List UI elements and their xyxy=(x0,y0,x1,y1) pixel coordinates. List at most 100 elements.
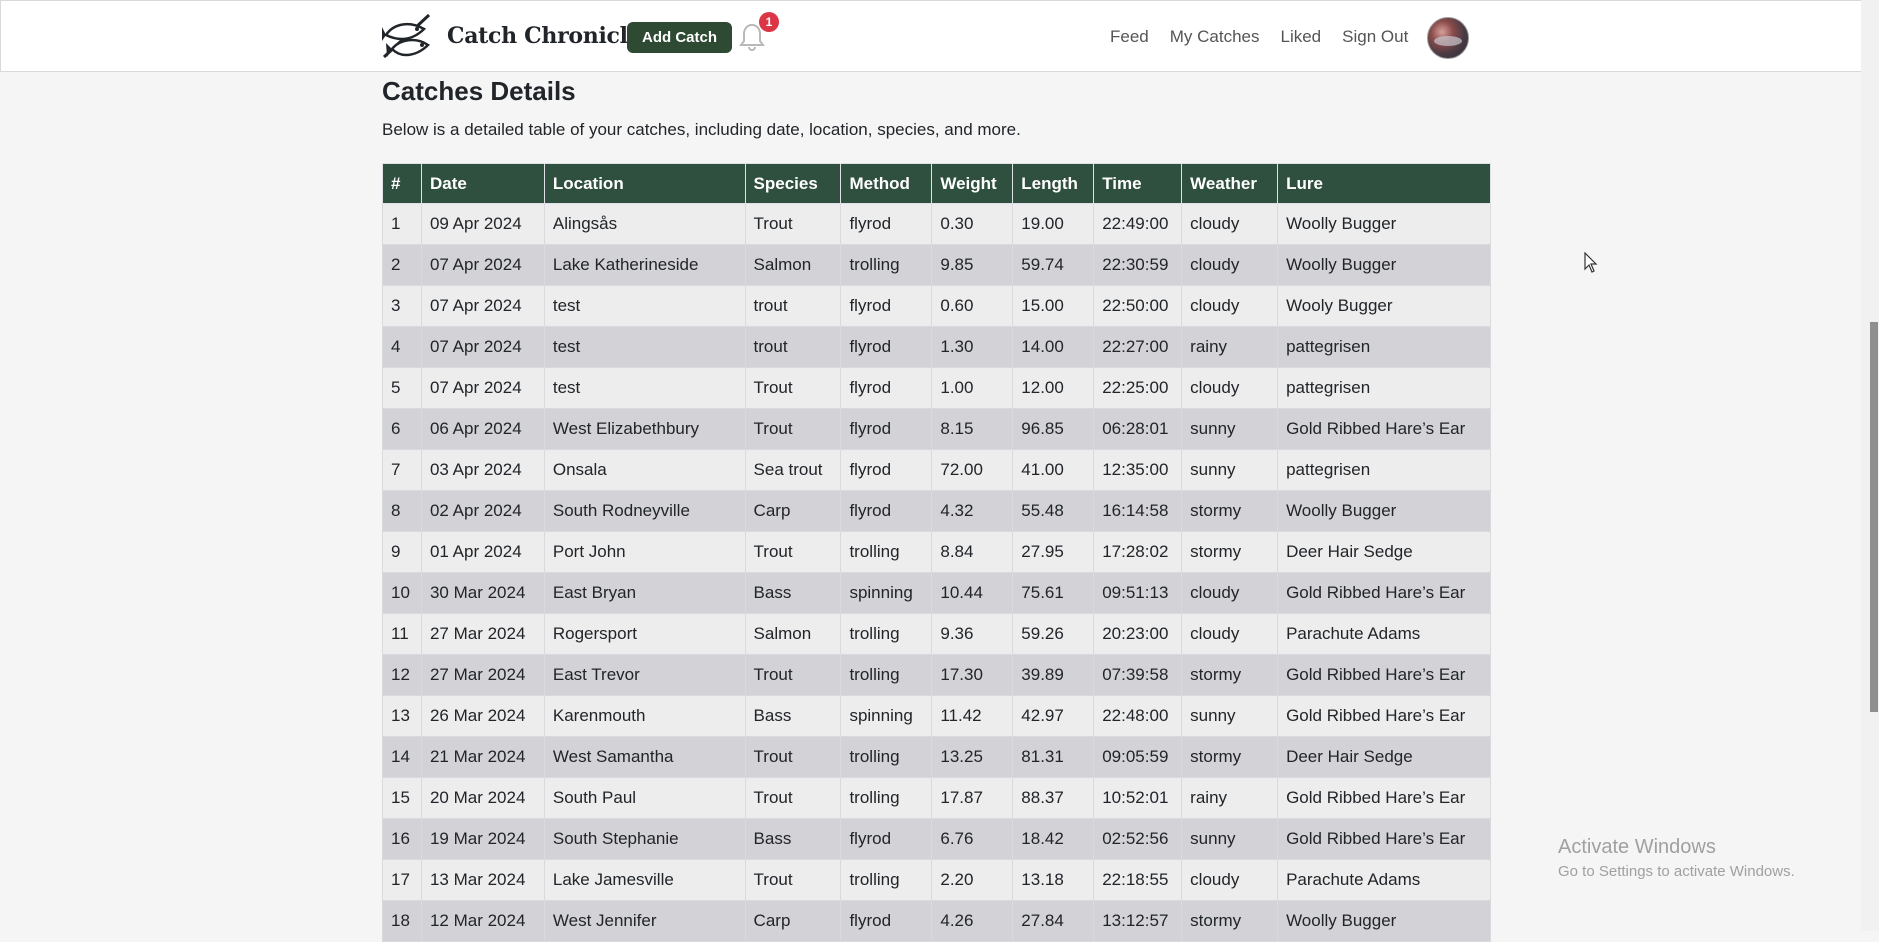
cell-species: Salmon xyxy=(744,613,842,655)
cell-date: 02 Apr 2024 xyxy=(420,490,545,532)
cell-method: flyrod xyxy=(840,326,933,368)
cell-location: South Stephanie xyxy=(543,818,746,860)
cell-weather: sunny xyxy=(1181,408,1279,450)
column-header: Length xyxy=(1012,163,1095,204)
brand-name: Catch Chronicle xyxy=(447,23,642,49)
cell-date: 19 Mar 2024 xyxy=(420,818,545,860)
cell-index: 6 xyxy=(382,408,422,450)
column-header: Time xyxy=(1093,163,1183,204)
cell-location: test xyxy=(543,285,746,327)
cell-time: 02:52:56 xyxy=(1093,818,1183,860)
table-row: 12 27 Mar 2024 East Trevor Trout trolling 17.… xyxy=(382,654,1491,696)
table-row: 6 06 Apr 2024 West Elizabethbury Trout flyro… xyxy=(382,408,1491,450)
cell-date: 09 Apr 2024 xyxy=(420,203,545,245)
cell-time: 16:14:58 xyxy=(1093,490,1183,532)
nav-links: Feed My Catches Liked Sign Out xyxy=(1110,27,1429,47)
cell-weather: rainy xyxy=(1181,777,1279,819)
cell-lure: Gold Ribbed Hare’s Ear xyxy=(1277,818,1491,860)
cell-lure: Parachute Adams xyxy=(1277,859,1491,901)
cell-lure: pattegrisen xyxy=(1277,326,1491,368)
cell-location: East Bryan xyxy=(543,572,746,614)
brand[interactable]: Catch Chronicle xyxy=(382,13,642,59)
nav-feed[interactable]: Feed xyxy=(1110,27,1149,47)
cell-location: South Paul xyxy=(543,777,746,819)
cell-lure: Woolly Bugger xyxy=(1277,490,1491,532)
table-row: 16 19 Mar 2024 South Stephanie Bass flyrod 6.… xyxy=(382,818,1491,860)
cell-species: Bass xyxy=(744,572,842,614)
cell-date: 07 Apr 2024 xyxy=(420,285,545,327)
scrollbar-thumb[interactable] xyxy=(1870,322,1878,712)
cell-date: 27 Mar 2024 xyxy=(420,613,545,655)
cell-species: Trout xyxy=(744,408,842,450)
cell-weight: 17.30 xyxy=(931,654,1014,696)
cell-weather: cloudy xyxy=(1181,285,1279,327)
fish-logo-icon xyxy=(382,13,431,59)
cell-index: 7 xyxy=(382,449,422,491)
cell-weather: cloudy xyxy=(1181,613,1279,655)
table-row: 7 03 Apr 2024 Onsala Sea trout flyrod 72.00 41… xyxy=(382,449,1491,491)
cell-lure: Woolly Bugger xyxy=(1277,203,1491,245)
cell-time: 22:50:00 xyxy=(1093,285,1183,327)
nav-liked[interactable]: Liked xyxy=(1281,27,1322,47)
add-catch-button[interactable]: Add Catch xyxy=(627,22,732,53)
cell-index: 15 xyxy=(382,777,422,819)
cell-date: 07 Apr 2024 xyxy=(420,367,545,409)
cell-lure: pattegrisen xyxy=(1277,367,1491,409)
cell-weight: 17.87 xyxy=(931,777,1014,819)
cell-method: flyrod xyxy=(840,367,933,409)
table-row: 8 02 Apr 2024 South Rodneyville Carp flyrod 4… xyxy=(382,490,1491,532)
cell-index: 10 xyxy=(382,572,422,614)
cell-length: 18.42 xyxy=(1012,818,1095,860)
cell-length: 14.00 xyxy=(1012,326,1095,368)
cell-weight: 4.32 xyxy=(931,490,1014,532)
table-body: 1 09 Apr 2024 Alingsås Trout flyrod 0.30 19.00… xyxy=(382,203,1491,942)
cell-method: flyrod xyxy=(840,900,933,942)
watermark-title: Activate Windows xyxy=(1558,836,1716,858)
cell-length: 59.26 xyxy=(1012,613,1095,655)
cell-weather: cloudy xyxy=(1181,244,1279,286)
cell-date: 27 Mar 2024 xyxy=(420,654,545,696)
column-header: Method xyxy=(840,163,933,204)
table-row: 14 21 Mar 2024 West Samantha Trout trolling 1… xyxy=(382,736,1491,778)
column-header: Location xyxy=(543,163,746,204)
cell-time: 12:35:00 xyxy=(1093,449,1183,491)
cell-length: 27.84 xyxy=(1012,900,1095,942)
cell-weather: stormy xyxy=(1181,531,1279,573)
cell-length: 81.31 xyxy=(1012,736,1095,778)
cell-index: 2 xyxy=(382,244,422,286)
cell-date: 01 Apr 2024 xyxy=(420,531,545,573)
cell-weather: cloudy xyxy=(1181,572,1279,614)
cell-method: spinning xyxy=(840,572,933,614)
cell-time: 22:27:00 xyxy=(1093,326,1183,368)
column-header: Weight xyxy=(931,163,1014,204)
avatar[interactable] xyxy=(1427,17,1469,59)
nav-my-catches[interactable]: My Catches xyxy=(1170,27,1260,47)
table-row: 1 09 Apr 2024 Alingsås Trout flyrod 0.30 19.00… xyxy=(382,203,1491,245)
cell-time: 22:30:59 xyxy=(1093,244,1183,286)
cell-index: 12 xyxy=(382,654,422,696)
cell-length: 75.61 xyxy=(1012,572,1095,614)
cell-lure: Gold Ribbed Hare’s Ear xyxy=(1277,408,1491,450)
cell-index: 13 xyxy=(382,695,422,737)
cell-index: 17 xyxy=(382,859,422,901)
cell-weather: cloudy xyxy=(1181,859,1279,901)
cell-weight: 9.36 xyxy=(931,613,1014,655)
mouse-cursor-icon xyxy=(1584,252,1598,273)
cell-date: 06 Apr 2024 xyxy=(420,408,545,450)
cell-weight: 9.85 xyxy=(931,244,1014,286)
nav-sign-out[interactable]: Sign Out xyxy=(1342,27,1408,47)
cell-method: flyrod xyxy=(840,285,933,327)
cell-location: Port John xyxy=(543,531,746,573)
cell-weather: sunny xyxy=(1181,818,1279,860)
cell-species: trout xyxy=(744,285,842,327)
cell-lure: Deer Hair Sedge xyxy=(1277,531,1491,573)
cell-method: spinning xyxy=(840,695,933,737)
cell-time: 17:28:02 xyxy=(1093,531,1183,573)
cell-species: Sea trout xyxy=(744,449,842,491)
column-header: Weather xyxy=(1181,163,1279,204)
cell-time: 22:25:00 xyxy=(1093,367,1183,409)
cell-length: 19.00 xyxy=(1012,203,1095,245)
cell-lure: Woolly Bugger xyxy=(1277,900,1491,942)
cell-weather: cloudy xyxy=(1181,203,1279,245)
cell-date: 26 Mar 2024 xyxy=(420,695,545,737)
